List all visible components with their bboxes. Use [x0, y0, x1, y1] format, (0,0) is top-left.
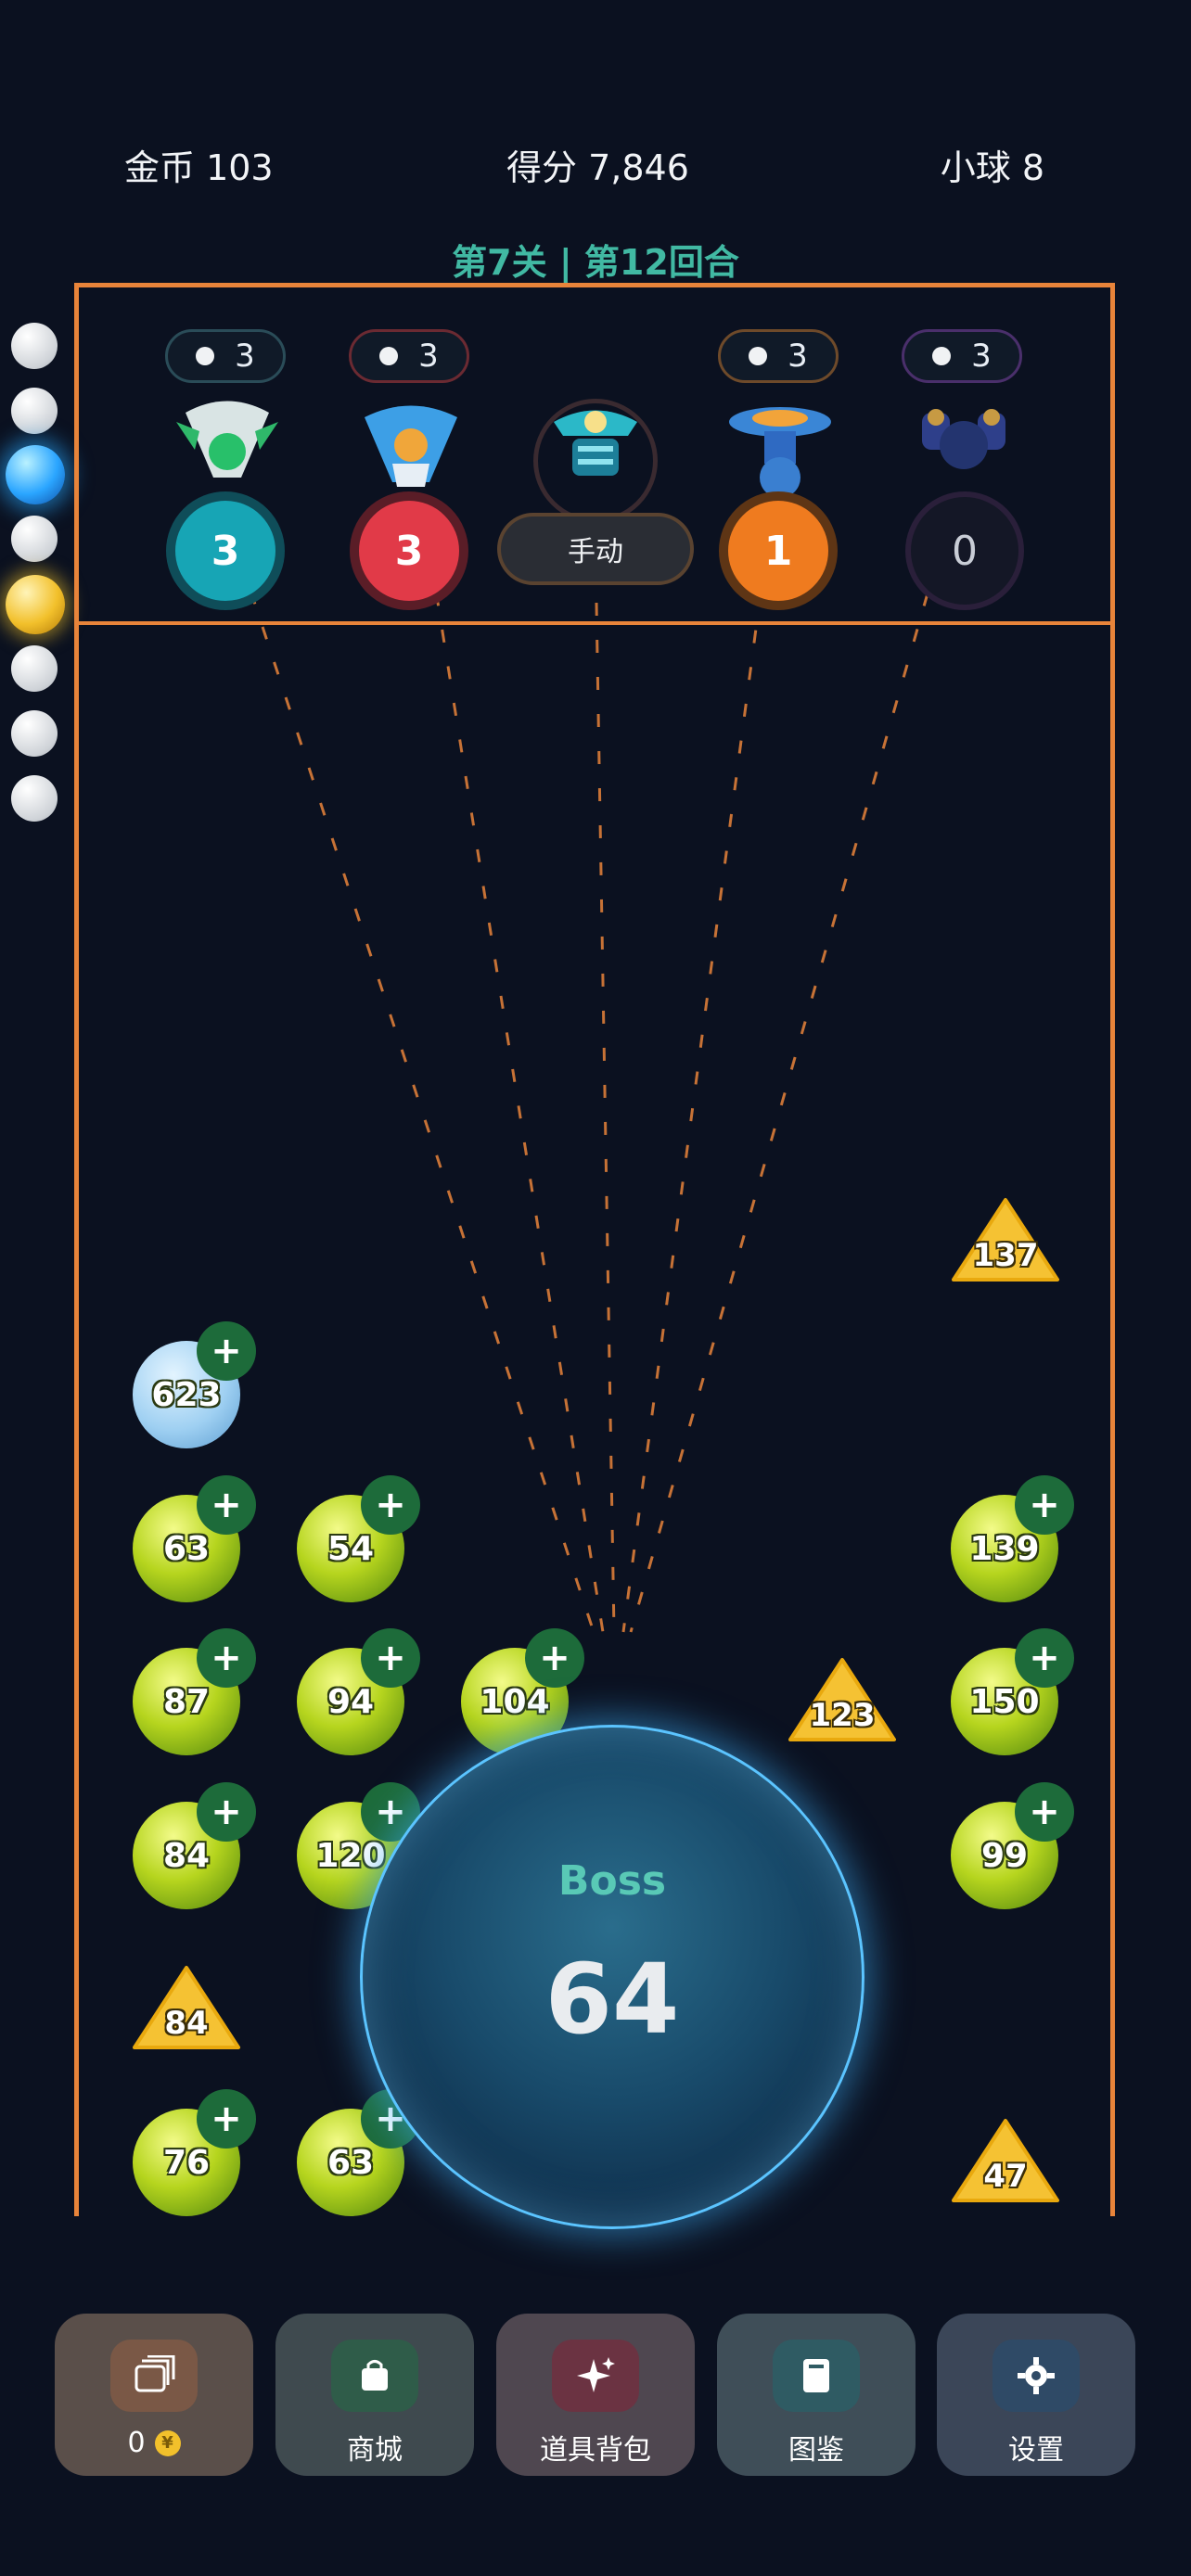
- balls-counter: 小球 8: [940, 147, 1044, 188]
- triangle-block: 137: [950, 1196, 1061, 1285]
- queued-ball: [11, 323, 58, 369]
- score-counter: 得分 7,846: [506, 147, 689, 188]
- queued-ball: [11, 388, 58, 434]
- plus-badge: +: [1015, 1628, 1074, 1688]
- cards-button[interactable]: 0 ¥: [55, 2314, 253, 2476]
- launch-line: [74, 621, 1115, 625]
- level-round-title: 第7关 | 第12回合: [452, 242, 739, 283]
- ammo-count: 3: [235, 338, 255, 375]
- cards-count: 0: [127, 2427, 146, 2459]
- queued-ball-gold-lightning: [6, 575, 65, 634]
- boss-orb: Boss 64: [360, 1725, 864, 2229]
- turret-ammo-pill: 3: [718, 329, 839, 383]
- coins-counter: 金币 103: [124, 147, 274, 188]
- manual-mode-button[interactable]: 手动: [497, 513, 694, 585]
- ammo-ball-icon: [379, 347, 399, 365]
- shop-label: 商城: [347, 2434, 403, 2467]
- blue-gold-turret-icon[interactable]: [351, 394, 471, 505]
- settings-label: 设置: [1008, 2434, 1064, 2467]
- plus-badge: +: [197, 2089, 256, 2149]
- book-icon: [773, 2340, 860, 2412]
- plus-badge: +: [1015, 1782, 1074, 1842]
- item-bag-label: 道具背包: [540, 2434, 651, 2467]
- turret-ammo-pill: 3: [165, 329, 286, 383]
- triangle-value: 47: [983, 2158, 1028, 2195]
- ammo-ball-icon: [749, 347, 768, 365]
- cards-icon: [110, 2340, 198, 2412]
- triangle-value: 123: [809, 1697, 876, 1734]
- triangle-block: 84: [131, 1964, 242, 2053]
- plus-badge: +: [197, 1628, 256, 1688]
- ammo-count: 3: [418, 338, 439, 375]
- bottom-toolbar: 0 ¥ 商城 道具背包 图鉴 设置: [0, 2314, 1191, 2476]
- ammo-count: 3: [788, 338, 808, 375]
- dark-cannon-turret-icon[interactable]: [903, 394, 1024, 505]
- queued-ball: [11, 645, 58, 692]
- turret-ammo-pill: 3: [349, 329, 469, 383]
- bag-icon: [331, 2340, 418, 2412]
- triangle-block: 123: [787, 1656, 898, 1745]
- boss-label: Boss: [557, 1857, 667, 1905]
- codex-label: 图鉴: [788, 2434, 844, 2467]
- coin-icon: ¥: [154, 2429, 181, 2456]
- queued-ball: [11, 516, 58, 562]
- sparkle-icon: [552, 2340, 639, 2412]
- turret-level-badge: 1: [719, 491, 838, 610]
- plus-badge: +: [361, 1628, 420, 1688]
- codex-button[interactable]: 图鉴: [717, 2314, 916, 2476]
- ammo-ball-icon: [196, 347, 215, 365]
- center-launcher-icon[interactable]: [535, 394, 656, 505]
- triangle-block: 47: [950, 2117, 1061, 2206]
- plus-badge: +: [197, 1782, 256, 1842]
- plus-badge: +: [197, 1475, 256, 1535]
- queued-ball-blue-glow: [6, 445, 65, 504]
- turret-ammo-pill: 3: [902, 329, 1022, 383]
- plus-badge: +: [361, 1475, 420, 1535]
- plus-badge: +: [1015, 1475, 1074, 1535]
- item-bag-button[interactable]: 道具背包: [496, 2314, 695, 2476]
- turret-level-badge: 0: [905, 491, 1024, 610]
- boss-hp: 64: [544, 1943, 680, 2056]
- queued-ball: [11, 775, 58, 822]
- turret-level-badge: 3: [350, 491, 468, 610]
- plus-badge: +: [197, 1321, 256, 1381]
- ammo-count: 3: [971, 338, 992, 375]
- turret-level-badge: 3: [166, 491, 285, 610]
- green-turret-icon[interactable]: [167, 394, 288, 505]
- settings-button[interactable]: 设置: [937, 2314, 1135, 2476]
- ammo-ball-icon: [932, 347, 952, 365]
- triangle-value: 137: [972, 1237, 1039, 1274]
- plus-badge: +: [525, 1628, 584, 1688]
- queued-ball: [11, 710, 58, 757]
- saucer-turret-icon[interactable]: [720, 394, 840, 505]
- shop-button[interactable]: 商城: [275, 2314, 474, 2476]
- triangle-value: 84: [164, 2005, 209, 2042]
- gear-icon: [992, 2340, 1080, 2412]
